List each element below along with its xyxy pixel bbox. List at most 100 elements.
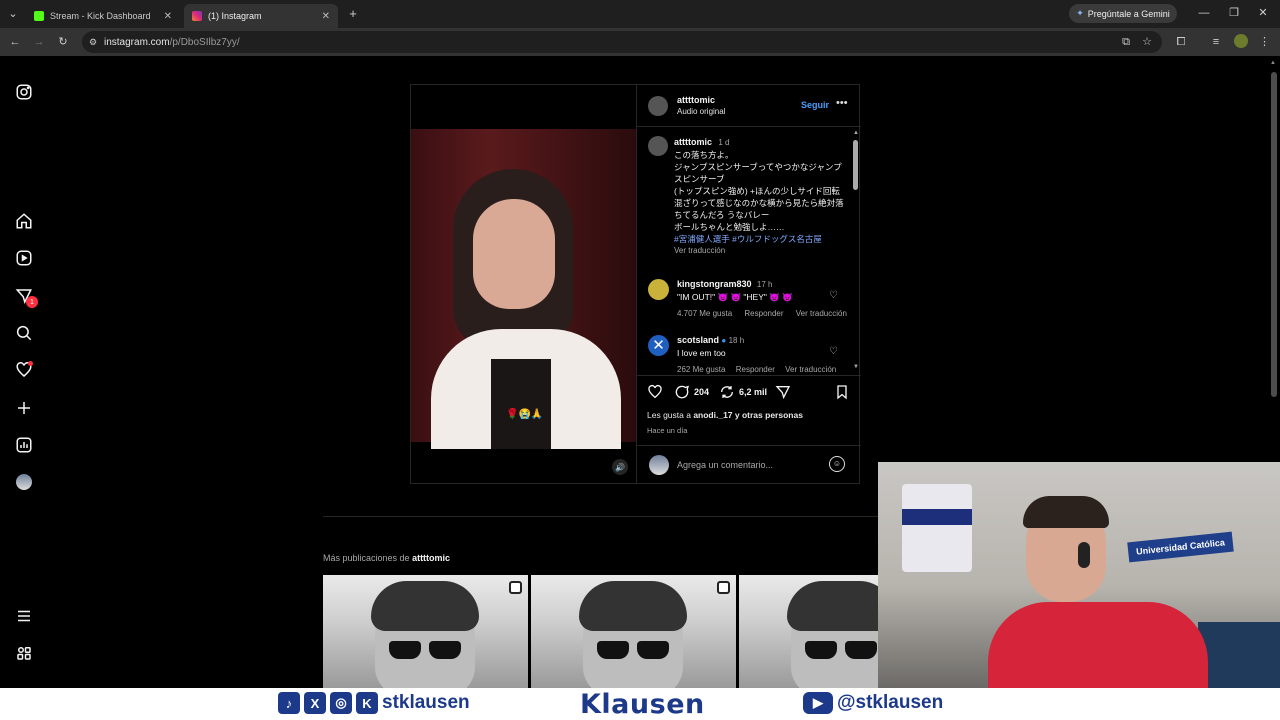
bookmark-star-icon[interactable]: ☆: [1140, 35, 1154, 49]
follow-button[interactable]: Seguir: [801, 100, 829, 110]
caption-line: ジャンプスピンサーブってやつかなジャンプスピンサーブ: [674, 162, 842, 184]
notifications-badge: 1: [26, 296, 38, 308]
profile-avatar-icon[interactable]: [14, 472, 34, 492]
tab-label: Stream - Kick Dashboard: [50, 11, 151, 21]
tab-kick-dashboard[interactable]: Stream - Kick Dashboard ✕: [26, 4, 180, 28]
create-plus-icon[interactable]: [14, 398, 34, 418]
comment-likes[interactable]: 262 Me gusta: [677, 365, 725, 374]
caption-hashtags[interactable]: #宮浦健人選手 #ウルフドッグス名古屋: [674, 233, 844, 245]
caption-username[interactable]: attttomic: [674, 137, 712, 147]
author-avatar[interactable]: [648, 96, 668, 116]
profile-avatar[interactable]: [1234, 34, 1248, 48]
install-app-icon[interactable]: ⧉: [1119, 35, 1133, 49]
tab-instagram[interactable]: (1) Instagram ✕: [184, 4, 338, 28]
gemini-label: Pregúntale a Gemini: [1087, 8, 1170, 19]
media-controls-icon[interactable]: ≡: [1209, 35, 1223, 49]
forward-icon[interactable]: →: [33, 35, 45, 49]
back-icon[interactable]: ←: [9, 35, 21, 49]
home-icon[interactable]: [14, 211, 34, 231]
volume-icon[interactable]: 🔊: [612, 459, 628, 475]
caption-line: (トップスピン強め) +ほんの少しサイド回転混ざりって感じなのかな横から見たら絶…: [674, 186, 844, 220]
author-username[interactable]: attttomic: [677, 95, 715, 105]
close-window-icon[interactable]: ✕: [1257, 6, 1269, 20]
post-video[interactable]: 🌹😭🙏 🔊: [411, 85, 636, 483]
post-header: attttomic Audio original Seguir •••: [637, 85, 861, 127]
more-posts-prefix: Más publicaciones de: [323, 553, 413, 563]
video-frame: 🌹😭🙏: [411, 129, 636, 449]
site-info-icon[interactable]: ⚙: [88, 35, 98, 49]
more-options-icon[interactable]: •••: [836, 97, 848, 109]
instagram-icon: [192, 11, 202, 21]
emoji-icon[interactable]: ☺: [829, 456, 845, 472]
likes-suffix[interactable]: y otras personas: [733, 410, 803, 420]
reply-button[interactable]: Responder: [736, 365, 775, 374]
close-icon[interactable]: ✕: [164, 11, 172, 22]
send-icon: [775, 386, 791, 400]
reel-icon: [509, 581, 522, 594]
comment-meta: 262 Me gusta Responder Ver traducción: [677, 365, 836, 374]
scarf-banner: Universidad Católica: [1127, 531, 1234, 563]
page-scrollbar[interactable]: ▲: [1270, 60, 1278, 400]
comment-username[interactable]: kingstongram830: [677, 279, 752, 289]
minimize-icon[interactable]: —: [1198, 6, 1210, 20]
post-actions: 204 6,2 mil Les gusta a anodi._17 y otra…: [637, 375, 861, 435]
dashboard-chart-icon[interactable]: [14, 435, 34, 455]
kick-icon: K: [356, 692, 378, 714]
see-translation-link[interactable]: Ver traducción: [785, 365, 836, 374]
comment-text: I love em too: [677, 348, 726, 358]
post-thumbnail[interactable]: [739, 575, 878, 688]
comment-likes[interactable]: 4.707 Me gusta: [677, 309, 732, 318]
comment-like-icon[interactable]: ♡: [829, 346, 838, 357]
share-button[interactable]: [775, 384, 791, 400]
see-translation-link[interactable]: Ver traducción: [674, 245, 844, 257]
tab-list-chevron-icon[interactable]: ⌄: [6, 7, 20, 21]
instagram-icon: ◎: [330, 692, 352, 714]
post-thumbnail[interactable]: [531, 575, 736, 688]
extensions-icon[interactable]: ⧠: [1174, 35, 1188, 49]
commenter-avatar[interactable]: [648, 279, 669, 300]
comment-time: 18 h: [728, 336, 745, 345]
save-button[interactable]: [834, 384, 850, 400]
add-comment-input[interactable]: Agrega un comentario...: [677, 460, 773, 470]
instagram-sidebar: 1: [0, 56, 48, 688]
instagram-logo-icon[interactable]: [14, 82, 34, 102]
menu-dots-icon[interactable]: ⋮: [1259, 35, 1270, 49]
audio-label[interactable]: Audio original: [677, 107, 725, 116]
comment-button[interactable]: 204: [674, 384, 709, 400]
headset-icon: [1078, 542, 1090, 568]
reload-icon[interactable]: ↻: [57, 35, 69, 49]
comment-like-icon[interactable]: ♡: [829, 290, 838, 301]
social-footer: ♪ X ◎ K stklausen Klausen ▶ @stklausen: [0, 688, 1280, 720]
post-thumbnail[interactable]: [323, 575, 528, 688]
url-bar[interactable]: ⚙ instagram.com/p/DboSIlbz7yy/: [82, 31, 1162, 53]
likes-summary[interactable]: Les gusta a anodi._17 y otras personas: [647, 410, 803, 420]
comments-scrollbar[interactable]: ▲ ▼: [853, 130, 859, 372]
gemini-button[interactable]: ✦ Pregúntale a Gemini: [1069, 4, 1177, 23]
webcam-overlay: Universidad Católica: [878, 462, 1280, 688]
reels-icon[interactable]: [14, 248, 34, 268]
reply-button[interactable]: Responder: [744, 309, 783, 318]
caption-time: 1 d: [718, 138, 730, 147]
commenter-avatar[interactable]: ✕: [648, 335, 669, 356]
see-translation-link[interactable]: Ver traducción: [796, 309, 847, 318]
like-button[interactable]: [647, 384, 663, 400]
comment-time: 17 h: [756, 280, 773, 289]
caption-avatar[interactable]: [648, 136, 668, 156]
more-posts-user[interactable]: attttomic: [412, 553, 450, 563]
repost-count: 6,2 mil: [739, 387, 768, 397]
likes-user[interactable]: anodi._17: [693, 410, 732, 420]
new-tab-icon[interactable]: +: [346, 7, 360, 21]
comment-username[interactable]: scotsland: [677, 335, 719, 345]
heart-icon: [648, 384, 662, 399]
restore-icon[interactable]: ❐: [1228, 6, 1240, 20]
close-icon[interactable]: ✕: [322, 11, 330, 22]
x-icon: X: [304, 692, 326, 714]
repost-button[interactable]: 6,2 mil: [719, 384, 767, 400]
heart-icon[interactable]: [14, 360, 34, 380]
meta-apps-icon[interactable]: [14, 643, 34, 663]
search-icon[interactable]: [14, 323, 34, 343]
messages-icon[interactable]: 1: [14, 286, 38, 308]
more-menu-icon[interactable]: [14, 606, 34, 626]
comment-text: "IM OUT!" 👿 👿 "HEY" 👿 👿: [677, 292, 793, 302]
browser-tab-bar: ⌄ Stream - Kick Dashboard ✕ (1) Instagra…: [0, 0, 1280, 28]
